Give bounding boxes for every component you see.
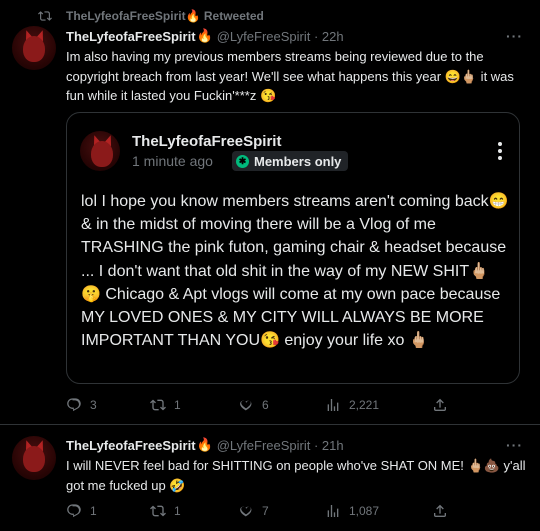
retweet-icon (150, 399, 166, 411)
quote-text: lol I hope you know members streams aren… (81, 193, 509, 350)
retweet-count: 1 (174, 398, 181, 412)
reply-icon (67, 398, 81, 412)
quote-avatar[interactable] (80, 131, 120, 171)
retweet-label[interactable]: TheLyfeofaFreeSpirit🔥 Retweeted (66, 9, 264, 23)
like-count: 7 (262, 504, 269, 518)
views-count: 1,087 (349, 504, 380, 518)
tweet-text: Im also having my previous members strea… (66, 49, 514, 103)
views-icon (327, 505, 339, 517)
handle-time[interactable]: @LyfeFreeSpirit · 22h (217, 29, 344, 44)
fire-emoji: 🔥 (196, 437, 213, 452)
reply-count: 1 (90, 504, 97, 518)
quote-more-icon[interactable] (496, 142, 504, 162)
retweet-button[interactable]: 1 (150, 397, 181, 413)
more-icon[interactable]: ··· (506, 28, 523, 44)
author-name[interactable]: TheLyfeofaFreeSpirit (66, 438, 196, 453)
views-count: 2,221 (349, 398, 380, 412)
avatar[interactable] (12, 26, 56, 70)
quote-author-name[interactable]: TheLyfeofaFreeSpirit (132, 133, 281, 150)
tweet-header: TheLyfeofaFreeSpirit 🔥 @LyfeFreeSpirit ·… (66, 437, 344, 453)
like-icon (240, 506, 252, 517)
divider (0, 424, 540, 425)
fire-emoji: 🔥 (196, 28, 213, 43)
like-count: 6 (262, 398, 269, 412)
reply-icon (67, 504, 81, 518)
retweet-count: 1 (174, 504, 181, 518)
retweet-icon (150, 505, 166, 517)
views-button[interactable]: 1,087 (325, 503, 379, 519)
views-icon (327, 399, 339, 411)
share-icon (434, 398, 446, 411)
like-button[interactable]: 7 (238, 503, 269, 519)
quote-time: 1 minute ago (132, 153, 213, 169)
reply-button[interactable]: 1 (66, 503, 97, 519)
like-icon (240, 400, 252, 411)
share-button[interactable] (432, 397, 456, 413)
like-button[interactable]: 6 (238, 397, 269, 413)
retweet-button[interactable]: 1 (150, 503, 181, 519)
share-icon (434, 504, 446, 517)
reply-button[interactable]: 3 (66, 397, 97, 413)
retweet-icon (38, 11, 52, 21)
members-only-badge: ✱ Members only (232, 151, 349, 171)
reply-count: 3 (90, 398, 97, 412)
members-badge-icon: ✱ (236, 154, 249, 168)
author-name[interactable]: TheLyfeofaFreeSpirit (66, 29, 196, 44)
tweet-header: TheLyfeofaFreeSpirit 🔥 @LyfeFreeSpirit ·… (66, 28, 344, 44)
avatar[interactable] (12, 436, 56, 480)
handle-time[interactable]: @LyfeFreeSpirit · 21h (217, 438, 344, 453)
badge-label: Members only (254, 153, 342, 169)
share-button[interactable] (432, 503, 456, 519)
views-button[interactable]: 2,221 (325, 397, 379, 413)
more-icon[interactable]: ··· (506, 437, 523, 453)
tweet-text: I will NEVER feel bad for SHITTING on pe… (66, 458, 526, 493)
